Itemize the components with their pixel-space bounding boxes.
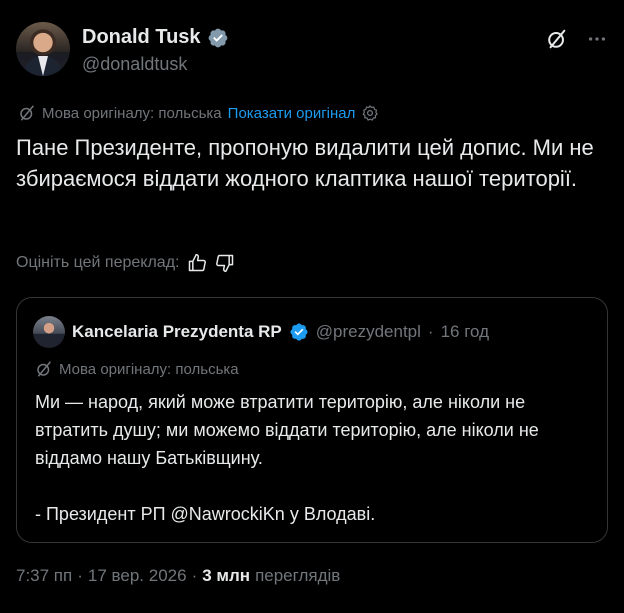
translate-icon bbox=[37, 361, 51, 377]
settings-icon[interactable] bbox=[361, 104, 379, 122]
more-icon[interactable] bbox=[586, 28, 608, 50]
post-time[interactable]: 7:37 пп bbox=[16, 566, 72, 586]
verified-badge-icon bbox=[290, 323, 308, 341]
quoted-author-name: Kancelaria Prezydenta RP bbox=[72, 322, 282, 341]
post-text: Пане Президенте, пропоную видалити цей д… bbox=[16, 135, 594, 191]
author-handle[interactable]: @donaldtusk bbox=[82, 54, 187, 75]
thumbs-up-icon[interactable] bbox=[187, 253, 207, 273]
author-name-row: Donald Tusk bbox=[82, 26, 229, 49]
translation-rating: Оцініть цей переклад: bbox=[16, 253, 235, 273]
author-name[interactable]: Donald Tusk bbox=[82, 26, 201, 49]
quoted-separator: · bbox=[427, 322, 434, 341]
verified-badge-icon bbox=[208, 28, 227, 47]
header-actions bbox=[546, 28, 608, 50]
show-original-link[interactable]: Показати оригінал bbox=[228, 105, 356, 122]
views-label: переглядів bbox=[255, 566, 341, 585]
views-count: 3 млн bbox=[202, 566, 251, 585]
rating-label: Оцініть цей переклад: bbox=[16, 254, 180, 271]
grok-icon[interactable] bbox=[546, 28, 568, 50]
quoted-translation-bar: Мова оригіналу: польська bbox=[35, 360, 239, 378]
quoted-original-language-label: Мова оригіналу: польська bbox=[59, 360, 239, 378]
post-date[interactable]: 17 вер. 2026 bbox=[88, 566, 187, 586]
author-avatar[interactable] bbox=[16, 22, 70, 76]
quoted-paragraph-1: Ми — народ, який може втратити територію… bbox=[35, 392, 539, 468]
translation-bar: Мова оригіналу: польська Показати оригін… bbox=[18, 104, 379, 122]
post-header: Donald Tusk @donaldtusk bbox=[16, 20, 608, 80]
quoted-header: Kancelaria Prezydenta RP @prezydentpl · … bbox=[33, 316, 489, 348]
quoted-post[interactable]: Kancelaria Prezydenta RP @prezydentpl · … bbox=[16, 297, 608, 543]
original-language-label: Мова оригіналу: польська bbox=[42, 104, 222, 122]
post-footer: 7:37 пп · 17 вер. 2026 · 3 млн перегляді… bbox=[16, 566, 340, 586]
thumbs-down-icon[interactable] bbox=[215, 253, 235, 273]
footer-separator: · bbox=[191, 566, 198, 585]
quoted-handle: @prezydentpl bbox=[315, 322, 421, 341]
quoted-text: Ми — народ, який може втратити територію… bbox=[35, 388, 595, 528]
quoted-avatar bbox=[33, 316, 65, 348]
quoted-paragraph-2: - Президент РП @NawrockiKn у Влодаві. bbox=[35, 504, 376, 524]
quoted-time: 16 год bbox=[440, 322, 490, 341]
footer-separator: · bbox=[77, 566, 83, 585]
translate-icon bbox=[20, 105, 34, 121]
